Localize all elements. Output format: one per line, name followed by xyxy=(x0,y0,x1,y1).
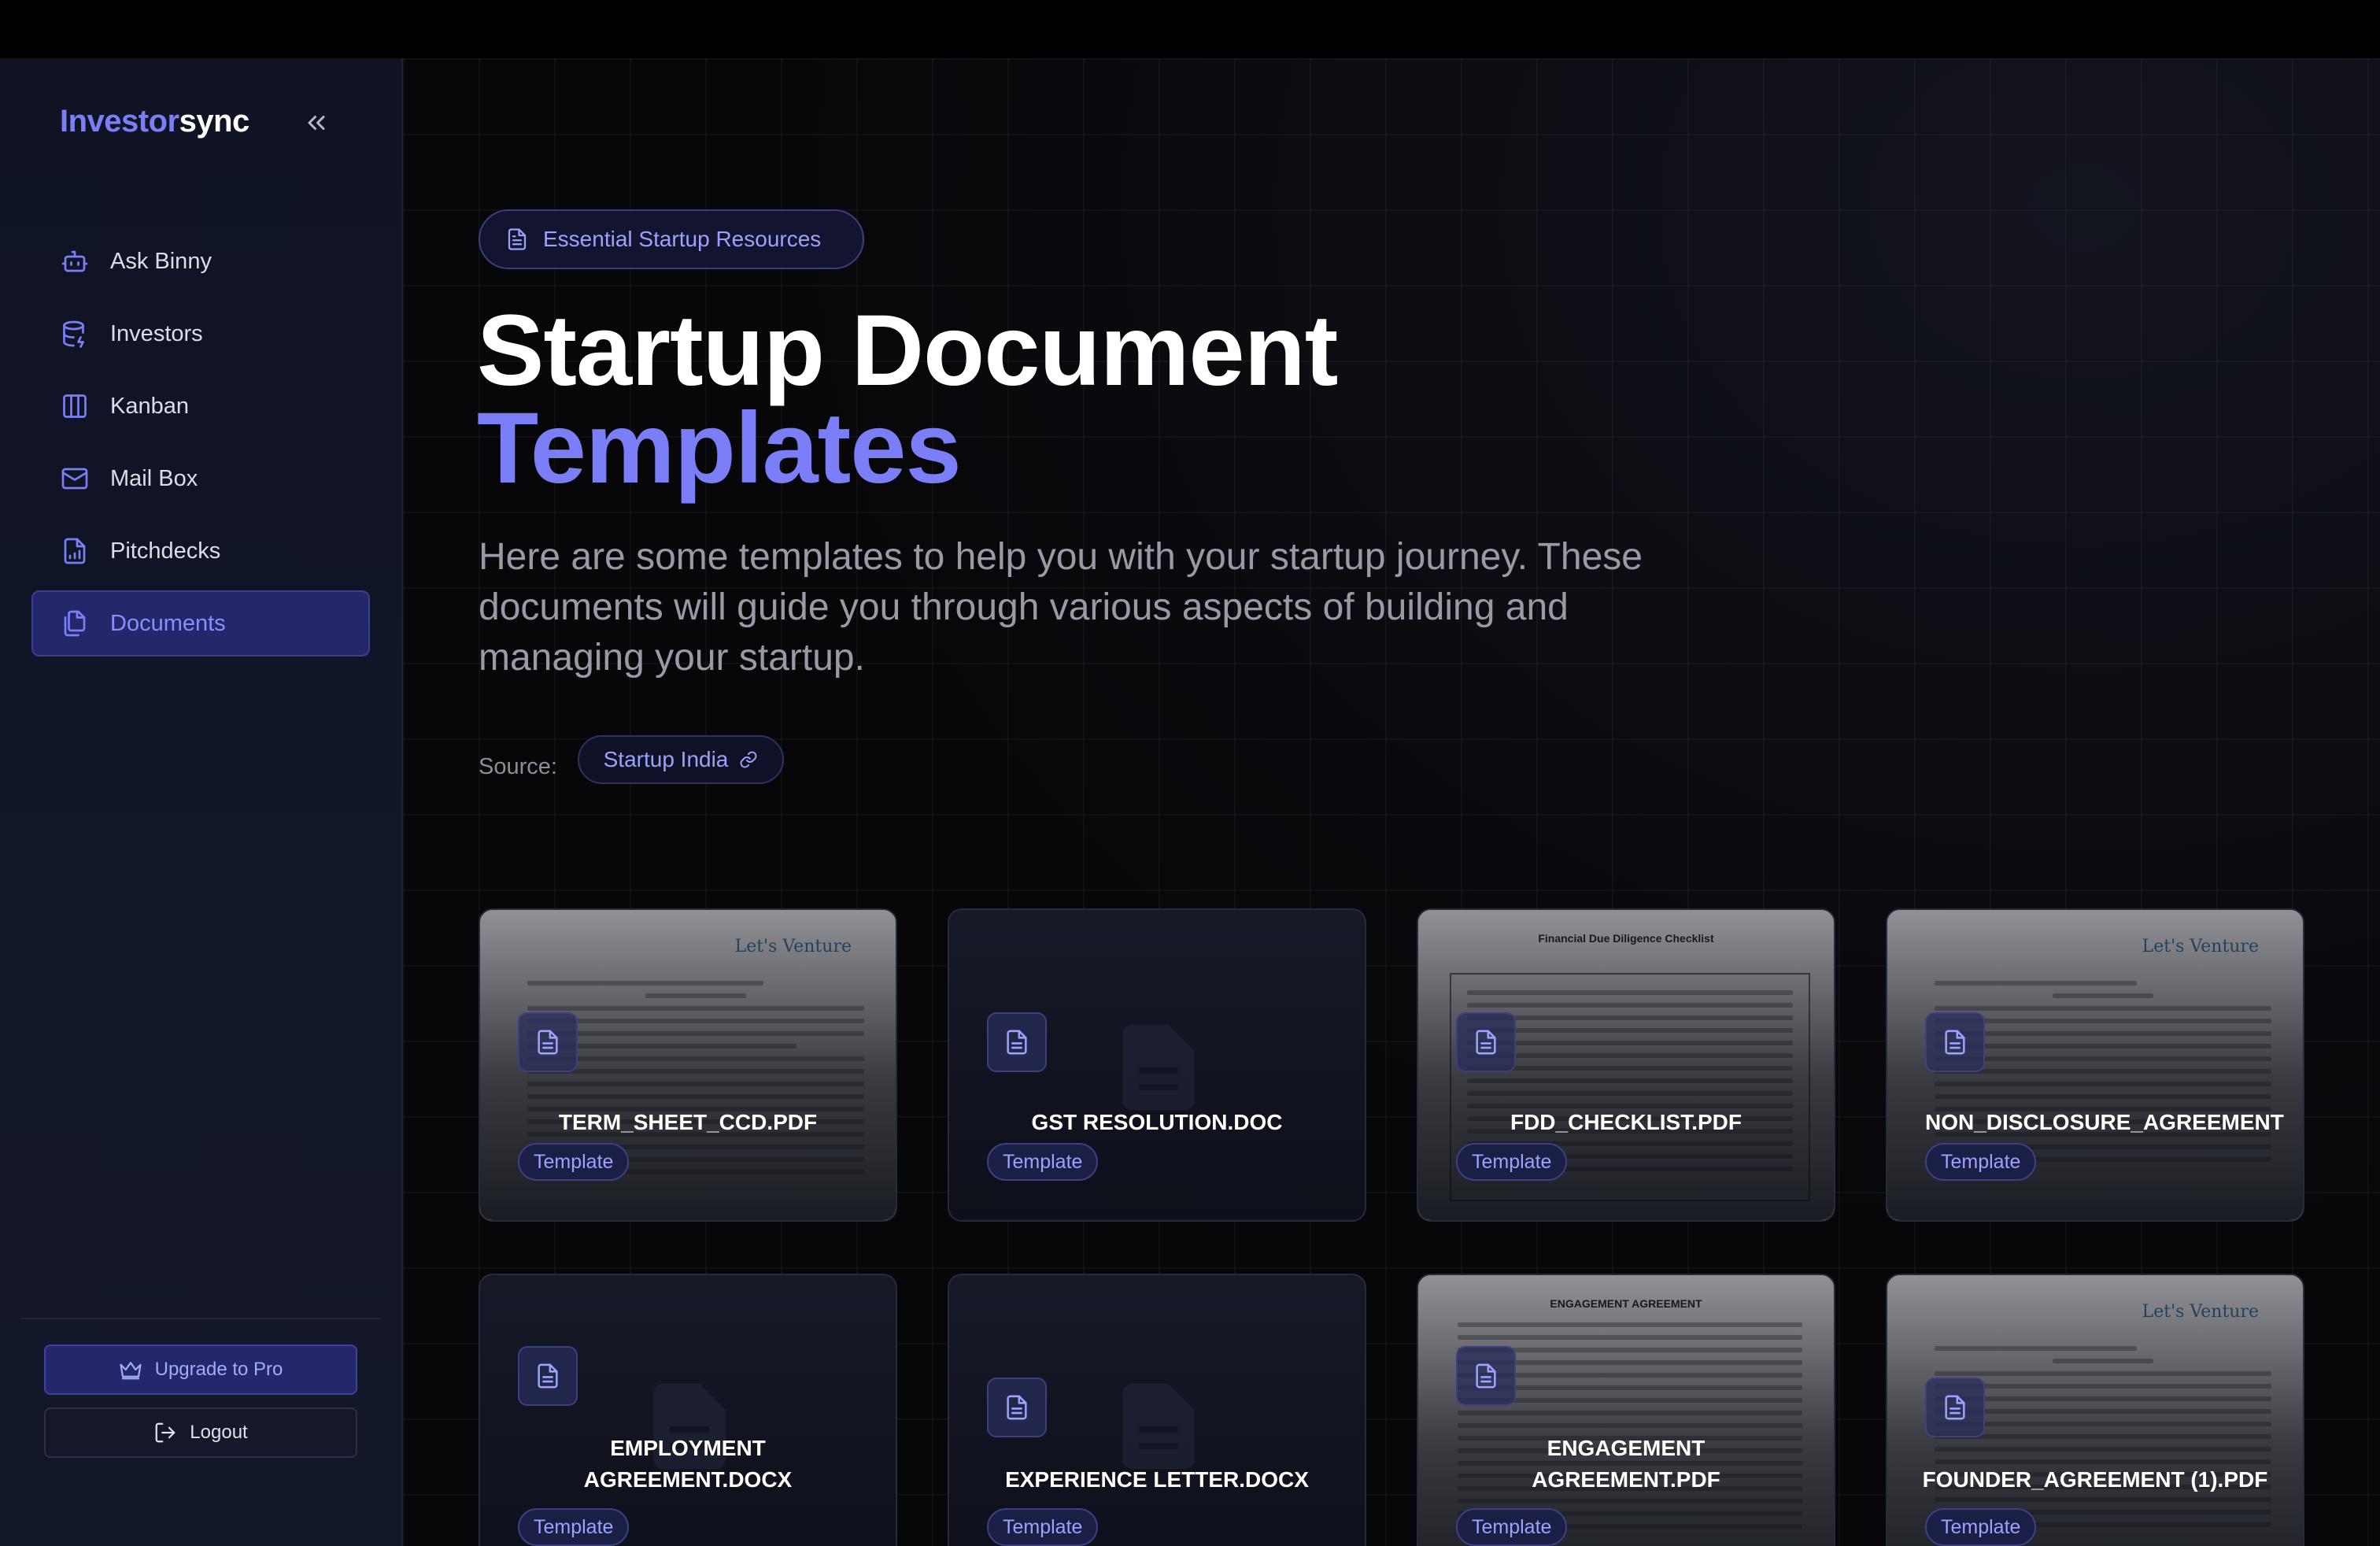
document-card-experience-letter[interactable]: EXPERIENCE LETTER.DOCX Template xyxy=(948,1274,1366,1546)
logout-label: Logout xyxy=(190,1422,248,1443)
file-icon xyxy=(1122,1383,1195,1470)
sidebar-item-label: Investors xyxy=(110,320,203,346)
template-badge: Template xyxy=(1456,1508,1568,1546)
template-badge: Template xyxy=(1456,1143,1568,1181)
brand-logo[interactable]: Investorsync xyxy=(60,104,249,139)
template-badge: Template xyxy=(518,1508,630,1546)
template-badge: Template xyxy=(987,1143,1099,1181)
upgrade-label: Upgrade to Pro xyxy=(154,1359,283,1380)
brand-logo-part1: Investor xyxy=(60,104,179,139)
file-icon xyxy=(1925,1378,1985,1437)
document-card-non-disclosure-agreement[interactable]: Let's Venture NON_DISCLOSURE_AGREEMENT T… xyxy=(1886,908,2304,1222)
document-name: FDD_CHECKLIST.PDF xyxy=(1510,1110,1742,1134)
document-name: TERM_SHEET_CCD.PDF xyxy=(558,1110,818,1134)
kanban-icon xyxy=(60,391,90,421)
sidebar-item-investors[interactable]: Investors xyxy=(31,301,370,367)
document-card-employment-agreement[interactable]: EMPLOYMENT AGREEMENT.DOCX Template xyxy=(479,1274,897,1546)
sidebar-item-documents[interactable]: Documents xyxy=(31,590,370,656)
brand-logo-part2: sync xyxy=(179,104,250,139)
bot-icon xyxy=(60,246,90,276)
document-name: FOUNDER_AGREEMENT (1).PDF xyxy=(1922,1467,2268,1492)
document-card-term-sheet[interactable]: Let's Venture TERM_SHEET_CCD.PDF Templat… xyxy=(479,908,897,1222)
page-title-line2: Templates xyxy=(477,392,962,505)
template-badge: Template xyxy=(518,1143,630,1181)
document-card-founder-agreement[interactable]: Let's Venture FOUNDER_AGREEMENT (1).PDF … xyxy=(1886,1274,2304,1546)
source-link-label: Startup India xyxy=(603,747,729,771)
document-card-fdd-checklist[interactable]: Financial Due Diligence Checklist FDD_CH… xyxy=(1417,908,1835,1222)
document-name: GST RESOLUTION.DOC xyxy=(1031,1110,1283,1134)
crown-icon xyxy=(119,1362,142,1380)
file-icon xyxy=(1925,1012,1985,1072)
template-badge: Template xyxy=(1925,1143,2037,1181)
page-title-line1: Startup Document xyxy=(477,294,1338,407)
document-name: ENGAGEMENT AGREEMENT.PDF xyxy=(1532,1436,1720,1492)
logout-icon xyxy=(155,1422,176,1443)
collapse-sidebar-button[interactable] xyxy=(299,105,334,140)
sidebar-item-label: Ask Binny xyxy=(110,248,212,274)
file-icon xyxy=(987,1012,1047,1072)
database-icon xyxy=(60,319,90,349)
file-icon xyxy=(1456,1012,1516,1072)
logout-button[interactable]: Logout xyxy=(44,1407,357,1458)
sidebar-item-kanban[interactable]: Kanban xyxy=(31,373,370,439)
file-icon xyxy=(987,1378,1047,1437)
document-card-gst-resolution[interactable]: GST RESOLUTION.DOC Template xyxy=(948,908,1366,1222)
sidebar: Investorsync Ask Binny Investors Kanban xyxy=(0,58,403,1546)
document-name: EMPLOYMENT AGREEMENT.DOCX xyxy=(583,1436,793,1492)
window-top-bar xyxy=(0,0,2380,58)
document-name: EXPERIENCE LETTER.DOCX xyxy=(1005,1467,1309,1492)
pill-label: Essential Startup Resources xyxy=(543,227,822,251)
section-pill: Essential Startup Resources xyxy=(479,209,864,269)
mail-icon xyxy=(60,464,90,494)
sidebar-item-ask-binny[interactable]: Ask Binny xyxy=(31,228,370,294)
sidebar-item-label: Kanban xyxy=(110,393,189,419)
template-badge: Template xyxy=(987,1508,1099,1546)
sidebar-item-label: Pitchdecks xyxy=(110,538,221,564)
page-title: Startup Document Templates xyxy=(477,294,1338,505)
link-icon xyxy=(740,751,757,768)
sidebar-nav: Ask Binny Investors Kanban Mail Box Pitc… xyxy=(31,228,370,663)
sidebar-divider xyxy=(20,1318,381,1319)
sidebar-item-pitchdecks[interactable]: Pitchdecks xyxy=(31,518,370,584)
upgrade-to-pro-button[interactable]: Upgrade to Pro xyxy=(44,1344,357,1395)
document-name: NON_DISCLOSURE_AGREEMENT xyxy=(1925,1110,2284,1134)
document-card-engagement-agreement[interactable]: ENGAGEMENT AGREEMENT ENGAGEMENT AGREEMEN… xyxy=(1417,1274,1835,1546)
file-icon xyxy=(1456,1346,1516,1406)
chart-file-icon xyxy=(60,536,90,566)
files-icon xyxy=(60,608,90,638)
file-icon xyxy=(518,1012,578,1072)
page-subtitle: Here are some templates to help you with… xyxy=(479,536,1643,679)
sidebar-item-label: Mail Box xyxy=(110,465,198,491)
sidebar-item-label: Documents xyxy=(110,610,226,636)
file-icon xyxy=(518,1346,578,1406)
file-icon xyxy=(1122,1024,1195,1111)
sidebar-item-mail-box[interactable]: Mail Box xyxy=(31,446,370,512)
source-label: Source: xyxy=(479,754,557,779)
template-badge: Template xyxy=(1925,1508,2037,1546)
file-text-icon xyxy=(508,228,527,250)
main-content: Essential Startup Resources Startup Docu… xyxy=(403,58,2380,1546)
chevrons-left-icon xyxy=(308,116,325,130)
source-link-startup-india[interactable]: Startup India xyxy=(578,735,784,784)
